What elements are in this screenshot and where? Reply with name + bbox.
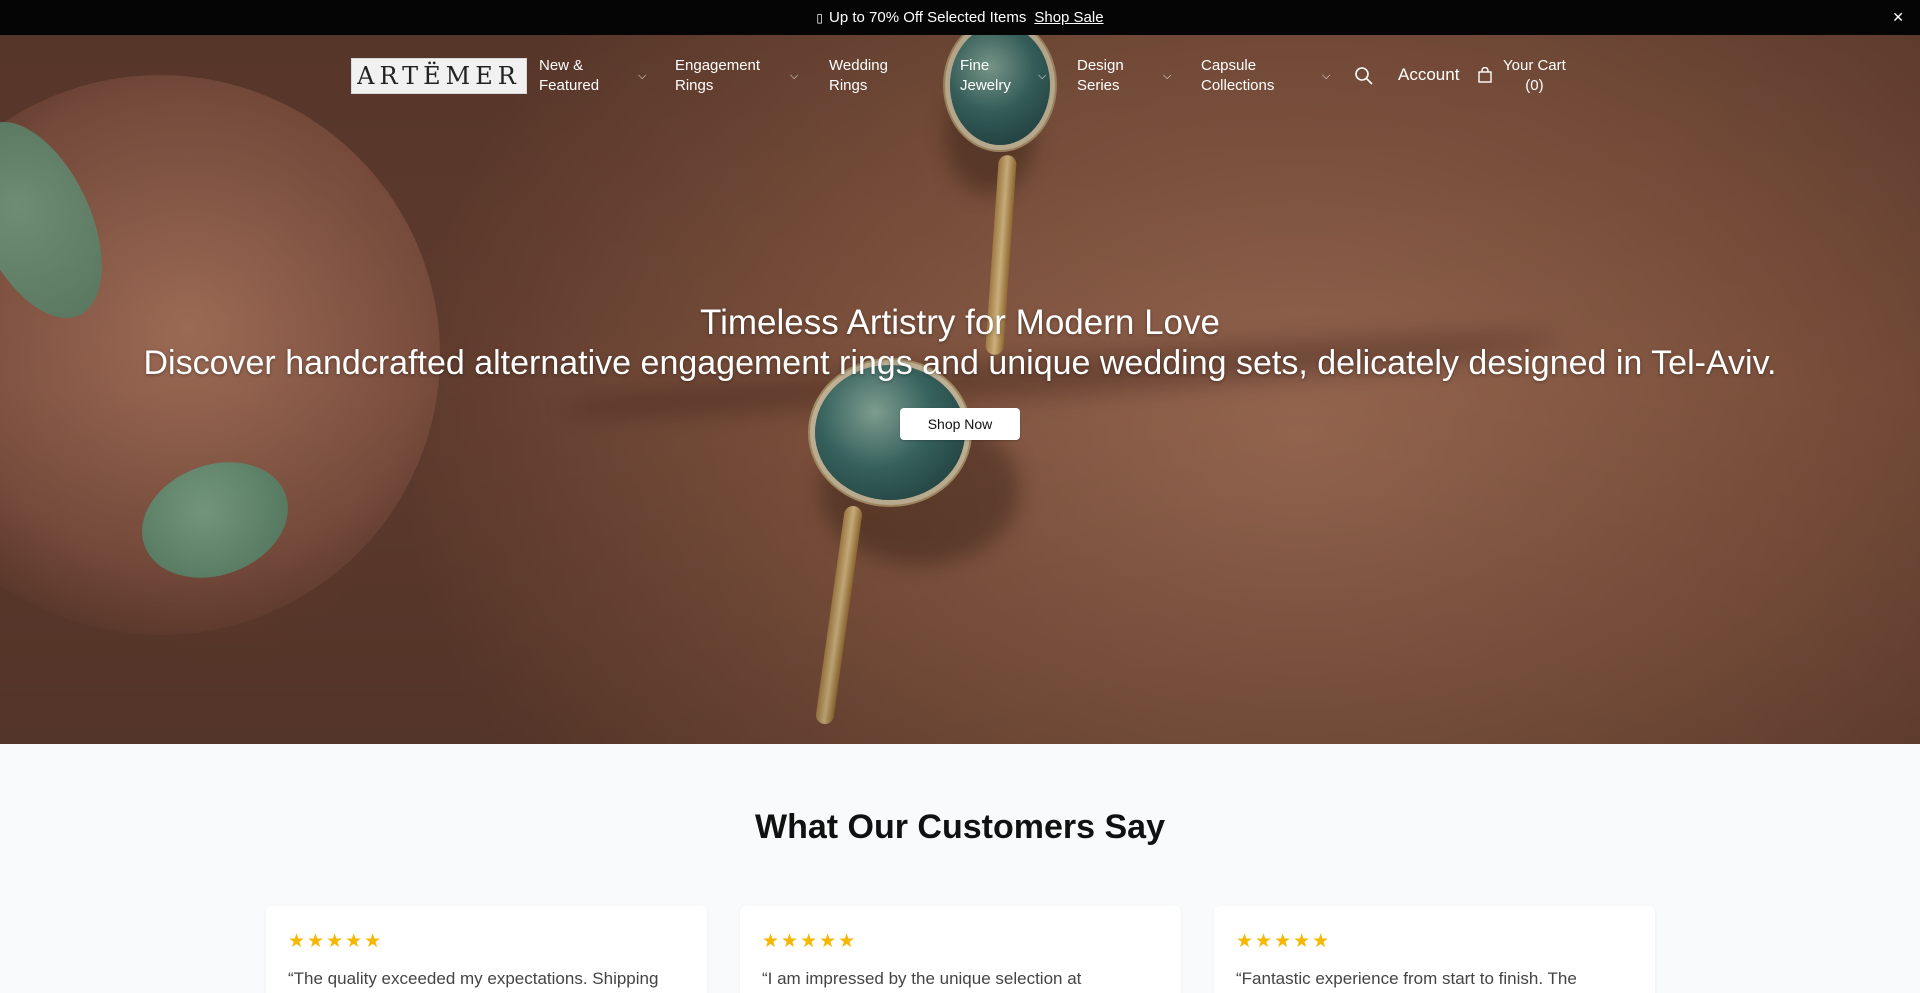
hero-overlay [0, 35, 1920, 744]
nav-item-label: Rings [675, 77, 714, 94]
nav-item-new-featured[interactable]: New & Featured ⌵ [539, 56, 649, 96]
nav-item-label: Wedding [829, 57, 888, 74]
star-rating: ★★★★★ [762, 931, 858, 952]
chevron-down-icon: ⌵ [1322, 70, 1331, 82]
bag-icon[interactable] [1478, 66, 1494, 85]
nav-item-fine-jewelry[interactable]: Fine Jewelry ⌵ [960, 56, 1050, 96]
star-rating: ★★★★★ [288, 931, 384, 952]
nav-item-label: Engagement [675, 57, 761, 74]
chevron-down-icon: ⌵ [1163, 70, 1172, 82]
review-quote: “I am impressed by the unique selection … [762, 969, 1082, 988]
hero-title: Timeless Artistry for Modern Love [700, 303, 1220, 342]
close-icon[interactable]: ✕ [1892, 9, 1904, 26]
nav-item-capsule-collections[interactable]: Capsule Collections ⌵ [1201, 56, 1336, 96]
chevron-down-icon: ⌵ [1038, 70, 1047, 82]
chevron-down-icon: ⌵ [790, 70, 799, 82]
search-icon[interactable] [1354, 66, 1374, 86]
nav-item-label: Collections [1201, 77, 1275, 94]
brand-logo[interactable]: ARTËMER [351, 58, 527, 94]
review-card: ★★★★★ “Fantastic experience from start t… [1214, 906, 1655, 993]
hero-subtitle: Discover handcrafted alternative engagem… [143, 344, 1777, 382]
nav-item-label: Capsule [1201, 57, 1257, 74]
nav-item-wedding-rings[interactable]: Wedding Rings [829, 56, 919, 96]
reviews-heading: What Our Customers Say [755, 808, 1165, 846]
cart-count: (0) [1525, 77, 1544, 94]
chevron-down-icon: ⌵ [638, 70, 647, 82]
announcement-text: Up to 70% Off Selected Items [829, 9, 1027, 26]
gift-icon: ▯ [816, 10, 824, 25]
nav-item-label: Series [1077, 77, 1120, 94]
announcement-bar: ▯ Up to 70% Off Selected Items Shop Sale… [0, 0, 1920, 35]
star-rating: ★★★★★ [1236, 931, 1332, 952]
cart-link[interactable]: Your Cart (0) [1503, 56, 1566, 96]
nav-item-label: Design [1077, 57, 1124, 74]
review-quote: “The quality exceeded my expectations. S… [288, 969, 659, 988]
nav-item-design-series[interactable]: Design Series ⌵ [1077, 56, 1177, 96]
review-card: ★★★★★ “I am impressed by the unique sele… [740, 906, 1181, 993]
shop-now-button[interactable]: Shop Now [900, 408, 1020, 440]
nav-item-label: Featured [539, 77, 600, 94]
shop-sale-link[interactable]: Shop Sale [1034, 9, 1103, 26]
nav-item-label: Jewelry [960, 77, 1011, 94]
nav-item-engagement-rings[interactable]: Engagement Rings ⌵ [675, 56, 800, 96]
account-link[interactable]: Account [1398, 65, 1459, 85]
review-card: ★★★★★ “The quality exceeded my expectati… [266, 906, 707, 993]
cart-label: Your Cart [1503, 57, 1566, 74]
nav-item-label: Fine [960, 57, 990, 74]
hero-banner [0, 35, 1920, 744]
nav-item-label: New & [539, 57, 584, 74]
review-quote: “Fantastic experience from start to fini… [1236, 969, 1577, 988]
nav-item-label: Rings [829, 77, 868, 94]
